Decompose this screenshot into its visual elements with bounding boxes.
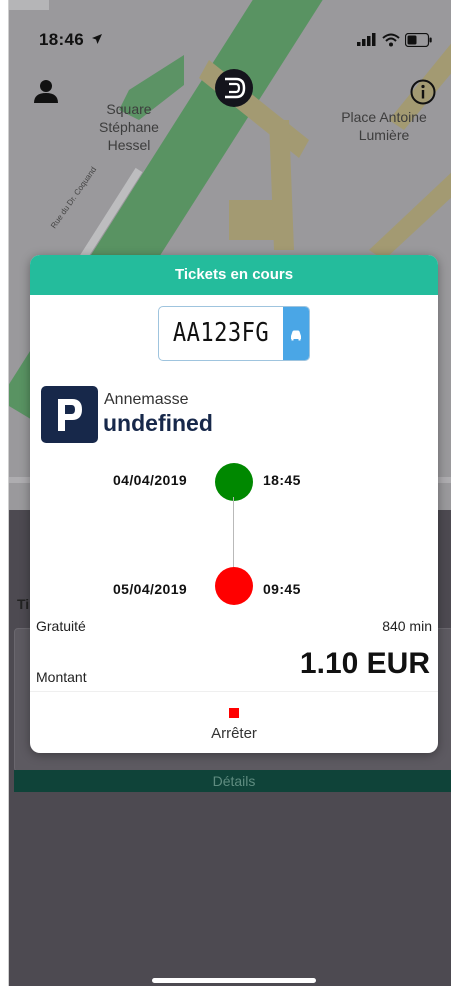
map-label-square: Square Stéphane Hessel xyxy=(99,101,159,153)
signal-icon xyxy=(357,33,376,46)
parking-icon xyxy=(41,386,98,443)
license-plate: AA123FG xyxy=(158,306,310,361)
details-button[interactable]: Détails xyxy=(14,770,454,792)
info-icon[interactable] xyxy=(410,79,436,105)
app-logo-icon[interactable] xyxy=(214,68,254,108)
home-indicator[interactable] xyxy=(152,978,316,983)
free-time-label: Gratuité xyxy=(36,618,86,634)
amount-label: Montant xyxy=(36,669,87,685)
modal-title: Tickets en cours xyxy=(30,255,438,295)
location-arrow-icon xyxy=(92,34,103,44)
amount-value: 1.10 EUR xyxy=(299,647,430,680)
start-marker xyxy=(215,463,253,501)
current-ticket-modal: Tickets en cours AA123FG Annemasse undef… xyxy=(30,255,438,753)
parking-city: Annemasse xyxy=(104,391,189,408)
end-date: 05/04/2019 xyxy=(113,581,188,597)
plate-number: AA123FG xyxy=(172,318,270,348)
timeline-connector xyxy=(233,497,234,570)
start-date: 04/04/2019 xyxy=(113,472,188,488)
stop-label: Arrêter xyxy=(211,725,257,742)
map-label-place: Place Antoine Lumière xyxy=(341,109,427,143)
phone-screen: Square Stéphane Hessel Place Antoine Lum… xyxy=(0,0,454,986)
status-time: 18:46 xyxy=(39,30,103,50)
left-edge xyxy=(0,0,9,986)
car-icon xyxy=(291,330,301,341)
user-icon[interactable] xyxy=(33,78,59,104)
free-time-value: 840 min xyxy=(382,618,432,634)
start-time: 18:45 xyxy=(263,472,301,488)
stop-button[interactable]: Arrêter xyxy=(30,692,438,753)
end-marker xyxy=(215,567,253,605)
end-time: 09:45 xyxy=(263,581,301,597)
wifi-icon xyxy=(382,33,400,47)
car-badge xyxy=(283,307,309,360)
section-label: Ti xyxy=(17,596,30,612)
battery-icon xyxy=(405,33,432,47)
parking-zone: undefined xyxy=(103,410,213,436)
stop-icon xyxy=(229,708,239,718)
